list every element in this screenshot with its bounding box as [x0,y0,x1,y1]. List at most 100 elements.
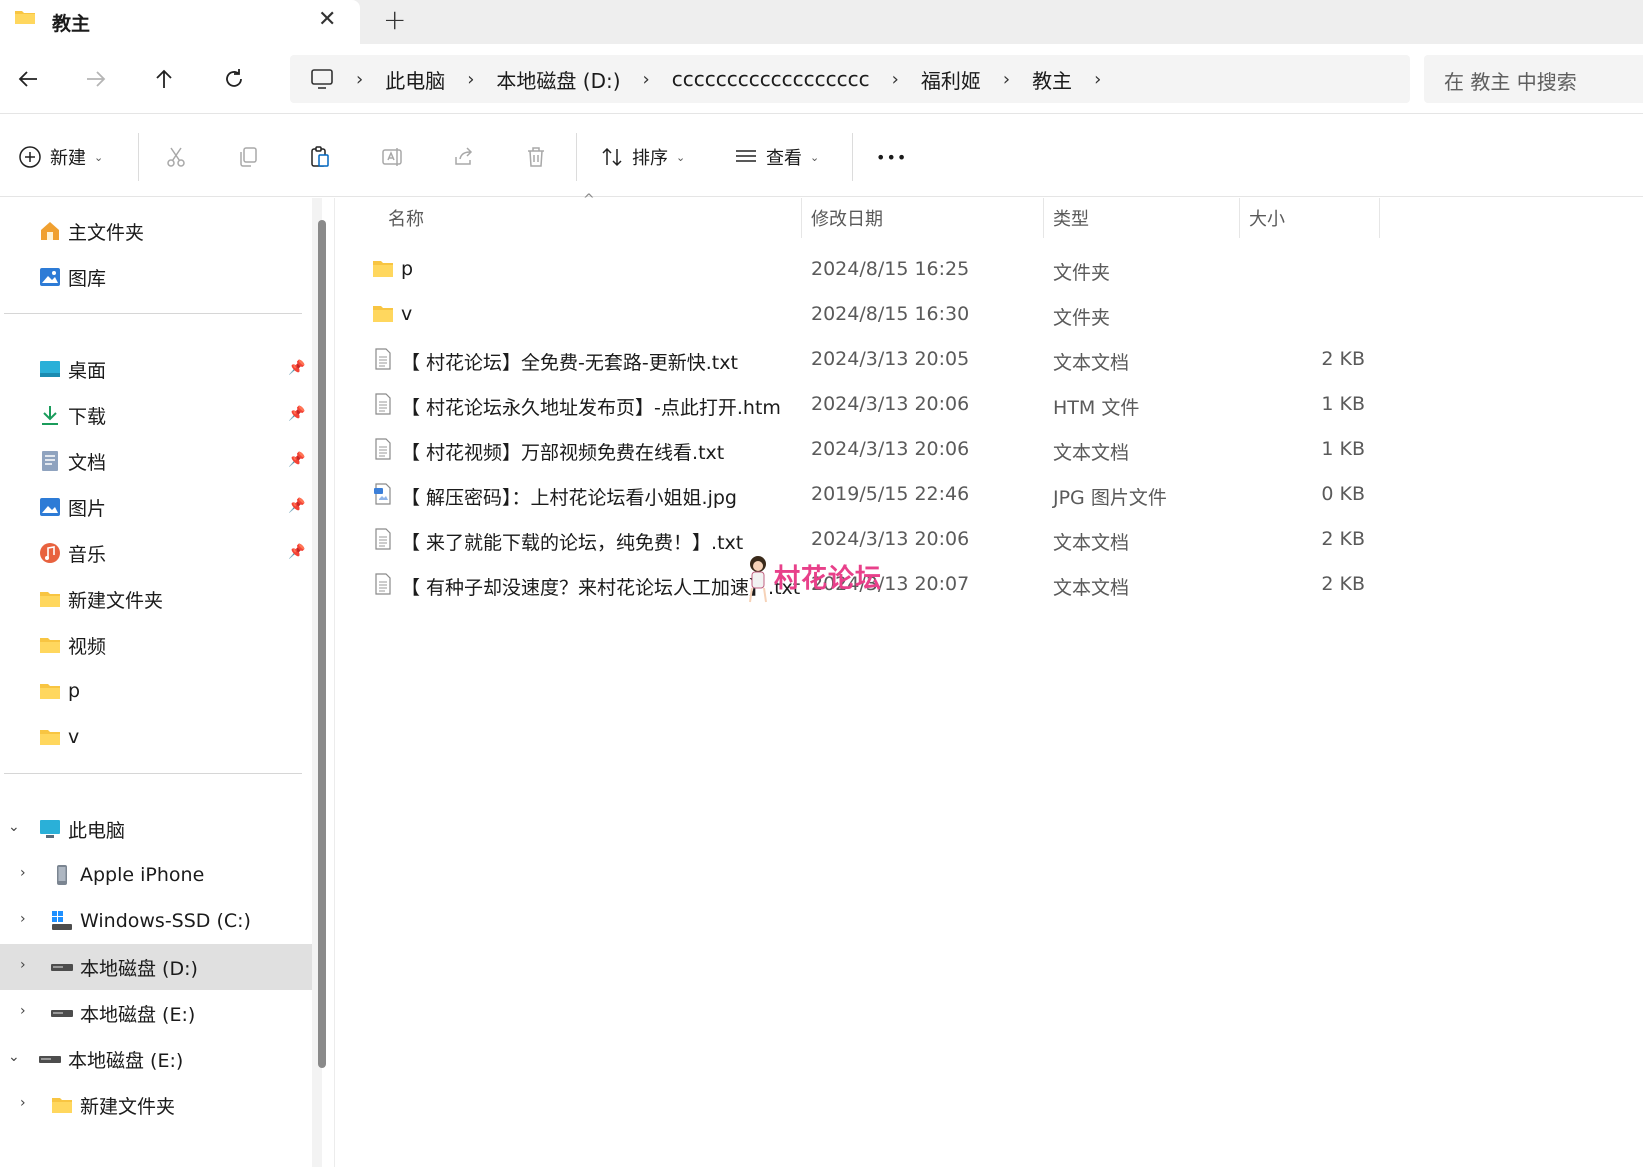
column-divider[interactable] [801,198,802,238]
column-divider[interactable] [1043,198,1044,238]
copy-button[interactable] [236,139,260,175]
pin-icon[interactable]: 📌 [288,360,305,376]
pin-icon[interactable]: 📌 [288,544,305,560]
sidebar-item-new-folder-e[interactable]: › 新建文件夹 [0,1082,312,1128]
arrow-left-icon [18,71,37,87]
forward-button[interactable] [78,61,114,97]
sidebar-item-p[interactable]: p [0,668,312,714]
column-divider[interactable] [1379,198,1380,238]
chevron-right-icon[interactable]: › [20,957,26,973]
chevron-right-icon[interactable]: › [20,911,26,927]
chevron-right-icon[interactable]: › [1003,69,1010,90]
arrow-right-icon [87,71,106,87]
sidebar-item-drive-e-root[interactable]: ⌄ 本地磁盘 (E:) [0,1036,312,1082]
breadcrumb-folder-jiaozhu[interactable]: 教主 [1032,65,1072,94]
file-name: 【 村花视频】万部视频免费在线看.txt [401,442,725,464]
column-header-size[interactable]: 大小 [1249,198,1285,238]
chevron-right-icon[interactable]: › [20,1003,26,1019]
breadcrumb-folder-c[interactable]: cccccccccccccccccc [672,67,870,91]
column-header-name[interactable]: 名称 [388,198,424,238]
sidebar-item-drive-c[interactable]: › Windows-SSD (C:) [0,898,312,944]
sidebar-item-desktop[interactable]: 桌面 📌 [0,346,312,392]
sidebar-item-label: 下载 [68,405,107,428]
new-tab-button[interactable]: + [383,3,406,36]
sort-label: 排序 [632,148,668,169]
sidebar-item-downloads[interactable]: 下载 📌 [0,392,312,438]
file-type: 文件夹 [1053,307,1111,329]
chevron-right-icon[interactable]: › [356,69,363,90]
tab-current[interactable]: 教主 ✕ [0,0,360,44]
share-icon [455,147,473,165]
chevron-down-icon[interactable]: ⌄ [8,819,20,835]
chevron-down-icon: ⌄ [676,150,686,164]
file-size: 2 KB [1321,528,1365,550]
sidebar-item-label: 此电脑 [68,819,126,842]
file-row[interactable]: 【 解压密码】：上村花论坛看小姐姐.jpg 2019/5/15 22:46 JP… [335,471,1365,517]
chevron-right-icon[interactable]: › [20,865,26,881]
file-row[interactable]: p 2024/8/15 16:25 文件夹 [335,246,1335,292]
pin-icon[interactable]: 📌 [288,498,305,514]
arrow-up-icon [156,69,172,88]
sidebar-item-this-pc[interactable]: ⌄ 此电脑 [0,806,312,852]
file-name: v [401,303,413,325]
file-size: 2 KB [1321,573,1365,595]
file-date: 2024/8/15 16:25 [811,258,970,280]
sort-button[interactable]: 排序 ⌄ [600,139,685,175]
file-row[interactable]: 【 村花论坛】全免费-无套路-更新快.txt 2024/3/13 20:05 文… [335,336,1365,382]
file-date: 2024/3/13 20:06 [811,393,970,415]
column-divider[interactable] [1239,198,1240,238]
delete-button[interactable] [524,139,548,175]
column-header-label: 名称 [388,209,424,230]
sidebar-item-videos[interactable]: 视频 [0,622,312,668]
sidebar-item-iphone[interactable]: › Apple iPhone [0,852,312,898]
rename-button[interactable] [380,139,404,175]
sidebar-item-label: 文档 [68,451,107,474]
pin-icon[interactable]: 📌 [288,452,305,468]
chevron-right-icon[interactable]: › [643,69,650,90]
column-header-type[interactable]: 类型 [1053,198,1089,238]
breadcrumb-drive-d[interactable]: 本地磁盘 (D:) [496,65,620,94]
sidebar-item-music[interactable]: 音乐 📌 [0,530,312,576]
divider [576,133,577,181]
pin-icon[interactable]: 📌 [288,406,305,422]
sidebar-item-drive-e[interactable]: › 本地磁盘 (E:) [0,990,312,1036]
chevron-right-icon[interactable]: › [892,69,899,90]
file-row[interactable]: v 2024/8/15 16:30 文件夹 [335,291,1335,337]
sidebar-item-home[interactable]: 主文件夹 [0,208,312,254]
paste-button[interactable] [308,139,332,175]
sidebar-item-new-folder[interactable]: 新建文件夹 [0,576,312,622]
sidebar-item-pictures[interactable]: 图片 📌 [0,484,312,530]
cut-button[interactable] [164,139,188,175]
close-icon[interactable]: ✕ [318,7,336,32]
chevron-right-icon[interactable]: › [467,69,474,90]
navigation-pane: 主文件夹 图库 桌面 📌 下载 📌 文档 📌 图片 📌 音乐 📌 新建文件夹 视… [0,198,326,1167]
chevron-right-icon[interactable]: › [20,1095,26,1111]
chevron-right-icon[interactable]: › [1094,69,1101,90]
refresh-button[interactable] [216,61,252,97]
more-options-button[interactable]: ••• [876,139,907,175]
scrollbar-thumb[interactable] [318,220,326,1068]
share-button[interactable] [452,139,476,175]
new-button[interactable]: 新建 ⌄ [18,139,103,175]
breadcrumb-this-pc[interactable]: 此电脑 [385,65,445,94]
sidebar-item-v[interactable]: v [0,714,312,760]
chevron-down-icon[interactable]: ⌄ [8,1049,20,1065]
home-icon [41,222,59,240]
view-button[interactable]: 查看 ⌄ [734,139,819,175]
sidebar-item-gallery[interactable]: 图库 [0,254,312,300]
up-button[interactable] [146,61,182,97]
column-header-date[interactable]: 修改日期 [811,198,883,238]
file-row[interactable]: 【 村花论坛永久地址发布页】-点此打开.htm 2024/3/13 20:06 … [335,381,1365,427]
folder-icon [373,261,393,277]
divider [4,313,302,314]
search-input[interactable]: 在 教主 中搜索 [1424,55,1643,103]
file-row[interactable]: 【 村花视频】万部视频免费在线看.txt 2024/3/13 20:06 文本文… [335,426,1365,472]
breadcrumb-folder-fuliji[interactable]: 福利姬 [921,65,981,94]
address-bar[interactable]: › 此电脑 › 本地磁盘 (D:) › cccccccccccccccccc ›… [290,55,1410,103]
sidebar-item-documents[interactable]: 文档 📌 [0,438,312,484]
sidebar-item-drive-d[interactable]: › 本地磁盘 (D:) [0,944,312,990]
file-type: 文本文档 [1053,352,1130,374]
back-button[interactable] [10,61,46,97]
rename-icon [382,148,402,166]
breadcrumb: › 此电脑 › 本地磁盘 (D:) › cccccccccccccccccc ›… [356,55,1123,103]
